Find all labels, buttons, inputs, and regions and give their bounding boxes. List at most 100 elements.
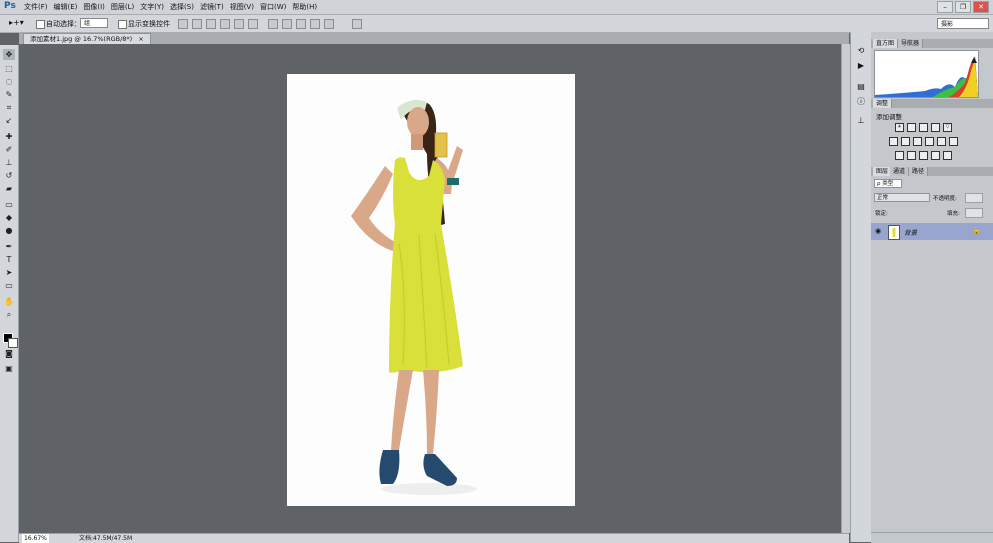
eraser-tool-icon[interactable]: ▰: [3, 183, 15, 194]
histogram-panel-tabs: 直方图 导航器: [871, 39, 993, 48]
menu-bar: Ps 文件(F) 编辑(E) 图像(I) 图层(L) 文字(Y) 选择(S) 滤…: [0, 0, 993, 15]
info-icon[interactable]: ⓘ: [856, 97, 866, 107]
channel-mixer-icon[interactable]: [937, 137, 946, 146]
gradient-map-icon[interactable]: [931, 151, 940, 160]
brush-tool-icon[interactable]: ✐: [3, 144, 15, 155]
move-tool-preset-icon[interactable]: ▸+▾: [9, 18, 24, 27]
color-lookup-icon[interactable]: [949, 137, 958, 146]
distribute-bottom-icon[interactable]: [296, 19, 306, 29]
document-canvas[interactable]: [19, 44, 841, 533]
collapsed-panel-strip: ⟲ ▶ ▤ ⓘ ⊥: [850, 32, 872, 542]
history-icon[interactable]: ⟲: [856, 46, 866, 56]
histogram-curve: [875, 55, 978, 97]
menu-file[interactable]: 文件(F): [24, 2, 48, 12]
align-left-icon[interactable]: [220, 19, 230, 29]
align-hcenter-icon[interactable]: [234, 19, 244, 29]
tab-navigator[interactable]: 导航器: [898, 39, 924, 48]
blend-mode-dropdown[interactable]: 正常: [874, 193, 930, 202]
menu-help[interactable]: 帮助(H): [292, 2, 317, 12]
fill-field[interactable]: [965, 208, 983, 218]
shape-tool-icon[interactable]: ▭: [3, 280, 15, 291]
distribute-top-icon[interactable]: [268, 19, 278, 29]
auto-align-icon[interactable]: [352, 19, 362, 29]
photoshop-logo: Ps: [4, 1, 16, 11]
window-controls: – ❐ ✕: [937, 1, 989, 13]
lasso-tool-icon[interactable]: ◌: [3, 76, 15, 87]
show-transform-checkbox[interactable]: [118, 20, 127, 29]
align-right-icon[interactable]: [248, 19, 258, 29]
path-select-tool-icon[interactable]: ➤: [3, 267, 15, 278]
exposure-icon[interactable]: [931, 123, 940, 132]
align-top-icon[interactable]: [178, 19, 188, 29]
menu-image[interactable]: 图像(I): [83, 2, 105, 12]
actions-play-icon[interactable]: ▶: [856, 61, 866, 71]
menu-layer[interactable]: 图层(L): [111, 2, 134, 12]
quick-mask-icon[interactable]: ◙: [3, 348, 15, 359]
align-vcenter-icon[interactable]: [192, 19, 202, 29]
brush-preset-icon[interactable]: ⊥: [856, 116, 866, 126]
close-button[interactable]: ✕: [973, 1, 989, 13]
clone-stamp-tool-icon[interactable]: ⊥: [3, 157, 15, 168]
auto-select-dropdown[interactable]: 组: [80, 18, 108, 28]
workspace-dropdown[interactable]: 摄影: [937, 18, 989, 29]
type-tool-icon[interactable]: T: [3, 254, 15, 265]
layer-row-background[interactable]: ◉ 背景 🔒: [871, 223, 993, 240]
marquee-tool-icon[interactable]: ⬚: [3, 63, 15, 74]
eyedropper-tool-icon[interactable]: ↙: [3, 115, 15, 126]
menu-select[interactable]: 选择(S): [170, 2, 194, 12]
layer-name: 背景: [904, 229, 917, 237]
minimize-button[interactable]: –: [937, 1, 953, 13]
color-panel-icon[interactable]: ▤: [856, 82, 866, 92]
menu-view[interactable]: 视图(V): [230, 2, 254, 12]
gradient-tool-icon[interactable]: ▭: [3, 199, 15, 210]
invert-icon[interactable]: [895, 151, 904, 160]
distribute-vcenter-icon[interactable]: [282, 19, 292, 29]
posterize-icon[interactable]: [907, 151, 916, 160]
vertical-scrollbar[interactable]: [841, 44, 850, 533]
tab-channels[interactable]: 通道: [890, 167, 910, 176]
healing-brush-tool-icon[interactable]: ✚: [3, 131, 15, 142]
zoom-tool-icon[interactable]: ⌕: [3, 309, 15, 320]
menu-filter[interactable]: 滤镜(T): [200, 2, 224, 12]
opacity-label: 不透明度:: [933, 196, 957, 202]
blur-tool-icon[interactable]: ◆: [3, 212, 15, 223]
vibrance-icon[interactable]: ▽: [943, 123, 952, 132]
menu-edit[interactable]: 编辑(E): [54, 2, 78, 12]
document-tab-title: 添加素材1.jpg @ 16.7%(RGB/8*): [30, 35, 133, 43]
show-transform-label: 显示变换控件: [128, 20, 170, 28]
auto-select-checkbox[interactable]: [36, 20, 45, 29]
restore-button[interactable]: ❐: [955, 1, 971, 13]
tab-adjustments[interactable]: 调整: [873, 99, 893, 108]
distribute-right-icon[interactable]: [324, 19, 334, 29]
layers-panel-tabs: 图层 通道 路径: [871, 167, 993, 176]
black-white-icon[interactable]: [913, 137, 922, 146]
visibility-eye-icon[interactable]: ◉: [875, 227, 881, 235]
hue-saturation-icon[interactable]: [889, 137, 898, 146]
align-bottom-icon[interactable]: [206, 19, 216, 29]
brightness-icon[interactable]: ☀: [895, 123, 904, 132]
color-balance-icon[interactable]: [901, 137, 910, 146]
pen-tool-icon[interactable]: ✒: [3, 241, 15, 252]
threshold-icon[interactable]: [919, 151, 928, 160]
tab-paths[interactable]: 路径: [909, 167, 929, 176]
menu-type[interactable]: 文字(Y): [140, 2, 164, 12]
move-tool-icon[interactable]: ✥: [3, 49, 15, 60]
levels-icon[interactable]: [907, 123, 916, 132]
curves-icon[interactable]: [919, 123, 928, 132]
crop-tool-icon[interactable]: ⌗: [3, 102, 15, 113]
opacity-field[interactable]: [965, 193, 983, 203]
dodge-tool-icon[interactable]: ●: [3, 225, 15, 236]
history-brush-tool-icon[interactable]: ↺: [3, 170, 15, 181]
tab-histogram[interactable]: 直方图: [873, 39, 899, 48]
distribute-left-icon[interactable]: [310, 19, 320, 29]
close-tab-icon[interactable]: ×: [138, 35, 143, 43]
screen-mode-icon[interactable]: ▣: [3, 363, 15, 374]
document-tab-bar: 添加素材1.jpg @ 16.7%(RGB/8*) ×: [19, 32, 849, 45]
photo-filter-icon[interactable]: [925, 137, 934, 146]
layer-filter-dropdown[interactable]: ρ 类型: [874, 179, 902, 188]
background-color-swatch[interactable]: [8, 338, 18, 348]
selective-color-icon[interactable]: [943, 151, 952, 160]
hand-tool-icon[interactable]: ✋: [3, 296, 15, 307]
menu-window[interactable]: 窗口(W): [260, 2, 286, 12]
quick-select-tool-icon[interactable]: ✎: [3, 89, 15, 100]
